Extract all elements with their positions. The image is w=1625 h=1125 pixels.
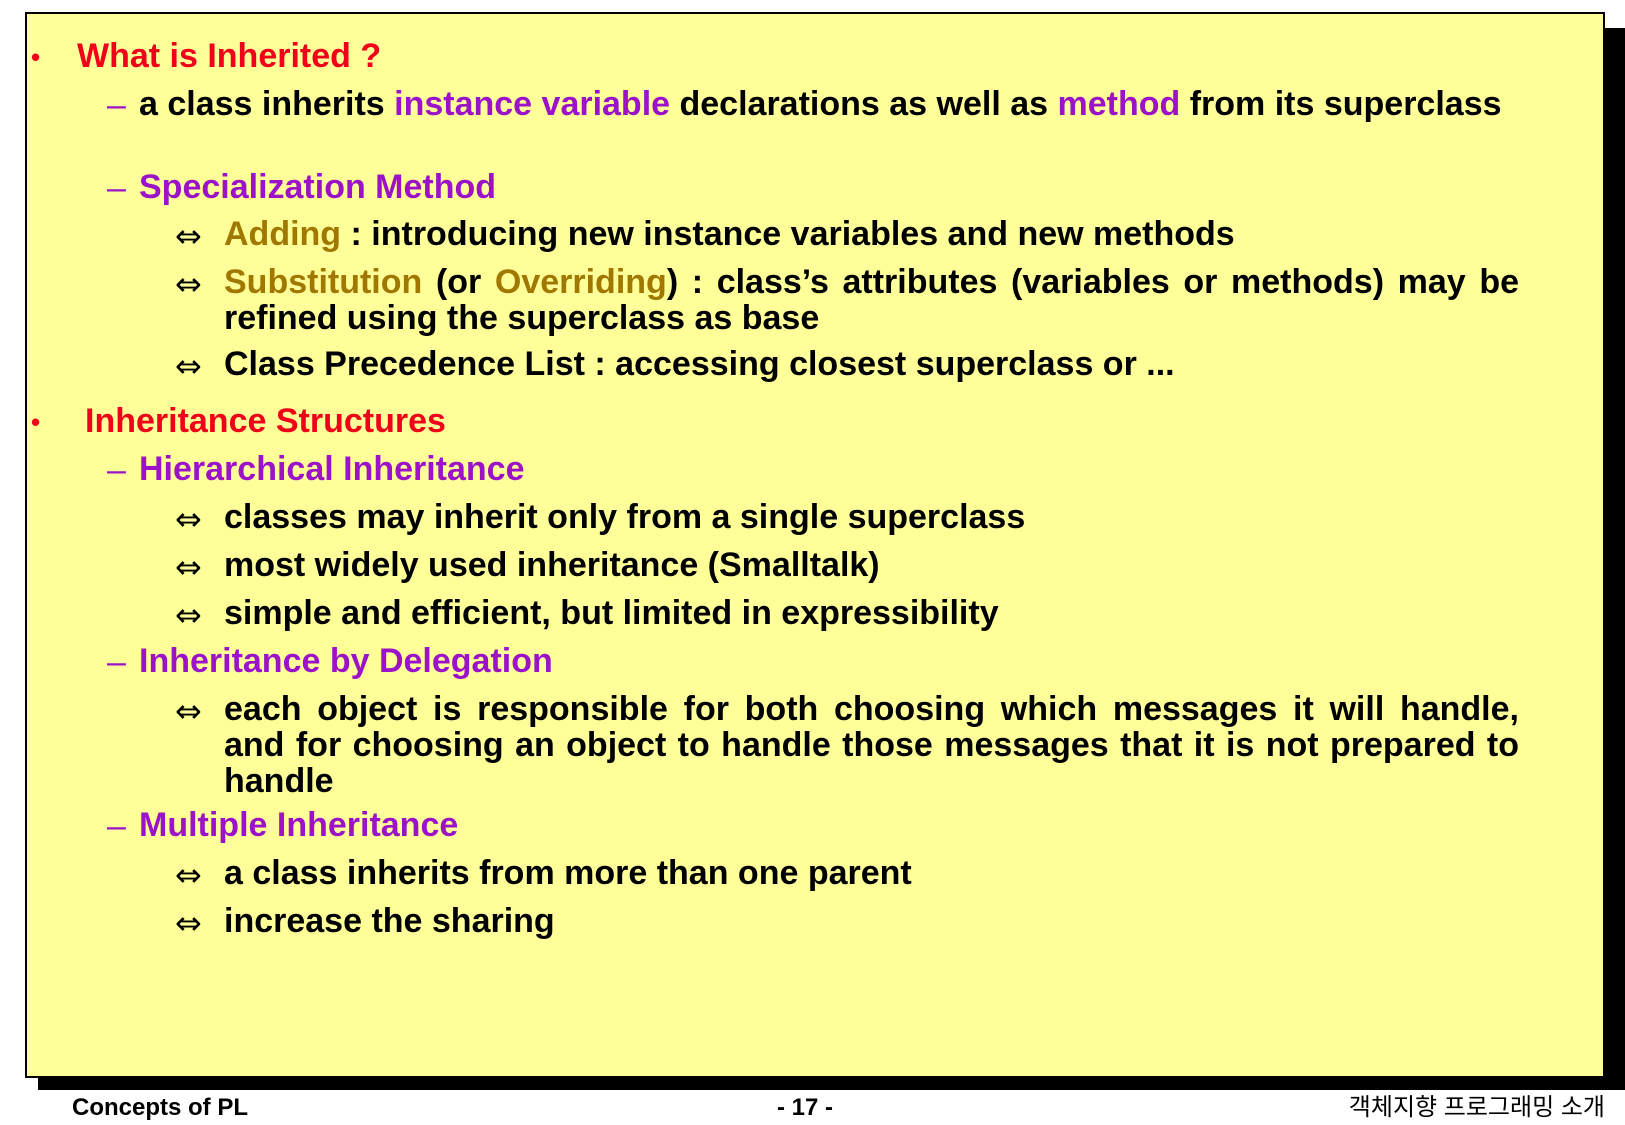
bullet-icon: • — [31, 42, 41, 72]
dash-icon: – — [107, 451, 126, 489]
double-arrow-icon: ⇔ — [175, 904, 202, 942]
subheading-hierarchical: Hierarchical Inheritance — [139, 450, 525, 488]
class-precedence-text: Class Precedence List : accessing closes… — [224, 345, 1175, 383]
subheading-delegation: Inheritance by Delegation — [139, 642, 553, 680]
dash-icon: – — [107, 807, 126, 845]
section-heading-structures: Inheritance Structures — [85, 402, 446, 440]
footer-course-title: Concepts of PL — [72, 1094, 249, 1121]
double-arrow-icon: ⇔ — [175, 856, 202, 894]
hierarchical-item-1: classes may inherit only from a single s… — [224, 498, 1026, 536]
slide: • What is Inherited ? – a class inherits… — [25, 12, 1605, 1078]
delegation-item-1: each object is responsible for both choo… — [224, 690, 1519, 800]
hierarchical-item-2: most widely used inheritance (Smalltalk) — [224, 546, 880, 584]
dash-icon: – — [107, 643, 126, 681]
double-arrow-icon: ⇔ — [175, 692, 202, 730]
subheading-specialization-method: Specialization Method — [139, 168, 497, 206]
adding-text: Adding : introducing new instance variab… — [224, 215, 1235, 253]
double-arrow-icon: ⇔ — [175, 347, 202, 385]
multiple-item-2: increase the sharing — [224, 902, 555, 940]
dash-icon: – — [107, 169, 126, 207]
double-arrow-icon: ⇔ — [175, 217, 202, 255]
double-arrow-icon: ⇔ — [175, 500, 202, 538]
multiple-item-1: a class inherits from more than one pare… — [224, 854, 912, 892]
inherits-declarations-text: a class inherits instance variable decla… — [139, 85, 1502, 123]
double-arrow-icon: ⇔ — [175, 596, 202, 634]
substitution-text: Substitution (or Overriding) : class’s a… — [224, 263, 1520, 337]
subheading-multiple: Multiple Inheritance — [139, 806, 459, 844]
double-arrow-icon: ⇔ — [175, 548, 202, 586]
hierarchical-item-3: simple and efficient, but limited in exp… — [224, 594, 999, 632]
footer-page-number: - 17 - — [776, 1094, 833, 1121]
footer-lecture-title: 객체지향 프로그래밍 소개 — [1348, 1094, 1605, 1121]
bullet-icon: • — [31, 407, 41, 437]
dash-icon: – — [107, 86, 126, 124]
double-arrow-icon: ⇔ — [175, 265, 202, 303]
section-heading-inherited: What is Inherited ? — [77, 37, 382, 75]
